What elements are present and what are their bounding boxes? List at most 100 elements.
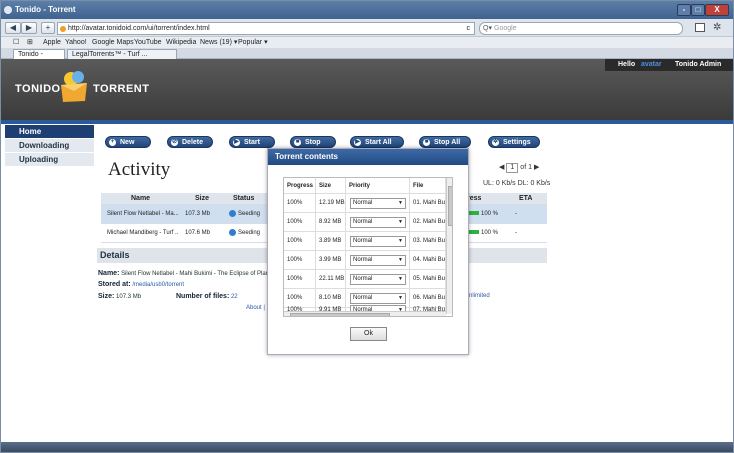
stop-all-label: Stop All — [434, 139, 461, 146]
chevron-down-icon: ▼ — [398, 295, 403, 301]
tab-tonido-torrent[interactable]: Tonido - Torrent — [13, 49, 65, 68]
file-progress: 100% — [284, 213, 316, 231]
details-bandwidth-link[interactable]: nlimited — [469, 293, 490, 299]
start-all-icon: ▶ — [354, 139, 361, 146]
search-input[interactable]: Q▾ Google — [479, 22, 683, 35]
back-button[interactable]: ◀ — [5, 22, 21, 34]
col-size[interactable]: Size — [316, 178, 346, 193]
close-button[interactable]: X — [705, 4, 729, 16]
col-progress[interactable]: ress — [467, 193, 481, 205]
bookmark-yahoo[interactable]: Yahoo! — [65, 37, 87, 48]
stop-label: Stop — [305, 139, 321, 146]
username-link[interactable]: avatar — [641, 59, 662, 71]
col-status[interactable]: Status — [233, 193, 254, 205]
file-priority-cell: Normal ▼ — [346, 232, 410, 250]
chevron-down-icon: ▼ — [398, 200, 403, 206]
contents-row[interactable]: 100% 3.99 MB Normal ▼ 04. Mahi Buk — [284, 251, 446, 270]
file-progress: 100% — [284, 194, 316, 212]
file-priority-cell: Normal ▼ — [346, 194, 410, 212]
dialog-title: Torrent contents — [268, 149, 468, 165]
bookmark-youtube[interactable]: YouTube — [134, 37, 162, 48]
add-bookmark-button[interactable]: + — [41, 22, 55, 34]
window-title: Tonido - Torrent — [15, 5, 76, 14]
contents-row[interactable]: 100% 3.89 MB Normal ▼ 03. Mahi Buk — [284, 232, 446, 251]
next-page-icon[interactable]: ▶ — [534, 164, 539, 171]
start-all-label: Start All — [365, 139, 392, 146]
priority-select[interactable]: Normal ▼ — [350, 293, 406, 304]
window-titlebar: Tonido - Torrent - □ X — [1, 1, 733, 19]
maximize-button[interactable]: □ — [691, 4, 705, 16]
row-status-text: Seeding — [238, 230, 261, 236]
sidebar: Home Downloading Uploading — [5, 125, 94, 167]
new-button[interactable]: + New — [105, 136, 151, 148]
sidebar-item-home[interactable]: Home — [5, 125, 94, 139]
start-button[interactable]: ▶ Start — [229, 136, 275, 148]
about-link[interactable]: About | — [246, 305, 265, 311]
priority-value: Normal — [353, 238, 373, 244]
stop-all-button[interactable]: ■ Stop All — [419, 136, 471, 148]
col-priority[interactable]: Priority — [346, 178, 410, 193]
vertical-scroll-thumb[interactable] — [448, 186, 452, 226]
delete-icon: ⊘ — [171, 139, 178, 146]
col-progress[interactable]: Progress — [284, 178, 316, 193]
forward-button[interactable]: ▶ — [21, 22, 37, 34]
address-bar[interactable]: http://avatar.tonidoid.com/ui/torrent/in… — [57, 22, 475, 35]
row-progress: 100 % — [469, 224, 498, 243]
bookmark-wikipedia[interactable]: Wikipedia — [166, 37, 196, 48]
file-size: 12.19 MB — [316, 194, 346, 212]
priority-select[interactable]: Normal ▼ — [350, 236, 406, 247]
contents-row[interactable]: 100% 12.19 MB Normal ▼ 01. Mahi Buk — [284, 194, 446, 213]
col-eta[interactable]: ETA — [519, 193, 532, 205]
priority-select[interactable]: Normal ▼ — [350, 255, 406, 266]
row-progress: 100 % — [469, 205, 498, 224]
priority-select[interactable]: Normal ▼ — [350, 217, 406, 228]
bookmark-apple[interactable]: Apple — [43, 37, 61, 48]
delete-label: Delete — [182, 139, 204, 146]
col-file[interactable]: File — [410, 178, 446, 193]
start-all-button[interactable]: ▶ Start All — [350, 136, 404, 148]
delete-button[interactable]: ⊘ Delete — [167, 136, 213, 148]
bookmarks-book-icon[interactable]: ☐ — [13, 37, 19, 48]
bookmarks-bar: ☐ ⊞ Apple Yahoo! Google Maps YouTube Wik… — [1, 37, 733, 48]
page-menu-icon[interactable] — [695, 23, 705, 32]
torrent-contents-dialog: Torrent contents Progress Size Priority … — [267, 148, 469, 355]
horizontal-scroll-thumb[interactable] — [290, 313, 390, 316]
top-sites-grid-icon[interactable]: ⊞ — [27, 37, 33, 48]
priority-value: Normal — [353, 276, 373, 282]
sidebar-item-downloading[interactable]: Downloading — [5, 139, 94, 153]
bookmark-google-maps[interactable]: Google Maps — [92, 37, 134, 48]
admin-link[interactable]: Tonido Admin — [675, 59, 721, 71]
tab-legaltorrents[interactable]: LegalTorrents™ - Turf ... — [67, 49, 177, 59]
new-label: New — [120, 139, 135, 146]
reload-icon[interactable]: c — [467, 23, 471, 34]
chevron-down-icon: ▼ — [398, 276, 403, 282]
search-icon: Q▾ — [483, 25, 492, 32]
file-size: 3.99 MB — [316, 251, 346, 269]
sidebar-item-uploading[interactable]: Uploading — [5, 153, 94, 167]
tools-gear-icon[interactable]: ✲ — [713, 22, 721, 33]
stop-button[interactable]: ■ Stop — [290, 136, 336, 148]
contents-row[interactable]: 100% 8.92 MB Normal ▼ 02. Mahi Buk — [284, 213, 446, 232]
priority-select[interactable]: Normal ▼ — [350, 198, 406, 209]
header-divider — [1, 120, 733, 124]
details-size-value: 107.3 Mb — [116, 294, 142, 300]
col-size[interactable]: Size — [195, 193, 209, 205]
horizontal-scrollbar[interactable] — [284, 311, 446, 316]
start-label: Start — [244, 139, 260, 146]
prev-page-icon[interactable]: ◀ — [499, 164, 504, 171]
file-progress: 100% — [284, 251, 316, 269]
hello-label: Hello — [618, 61, 636, 68]
user-bar: Hello avatar Tonido Admin — [605, 59, 733, 71]
settings-button[interactable]: ✲ Settings — [488, 136, 540, 148]
col-name[interactable]: Name — [131, 193, 150, 205]
minimize-button[interactable]: - — [677, 4, 691, 16]
bookmark-news[interactable]: News (19) ▾ — [200, 37, 237, 48]
seeding-icon — [229, 228, 236, 236]
details-stored-value[interactable]: /media/usb0/torrent — [132, 282, 184, 288]
ok-button[interactable]: Ok — [350, 327, 387, 341]
page-number-input[interactable]: 1 — [506, 163, 519, 173]
priority-select[interactable]: Normal ▼ — [350, 274, 406, 285]
vertical-scrollbar[interactable] — [446, 178, 452, 314]
bookmark-popular[interactable]: Popular ▾ — [238, 37, 268, 48]
contents-row[interactable]: 100% 22.11 MB Normal ▼ 05. Mahi Buk — [284, 270, 446, 289]
